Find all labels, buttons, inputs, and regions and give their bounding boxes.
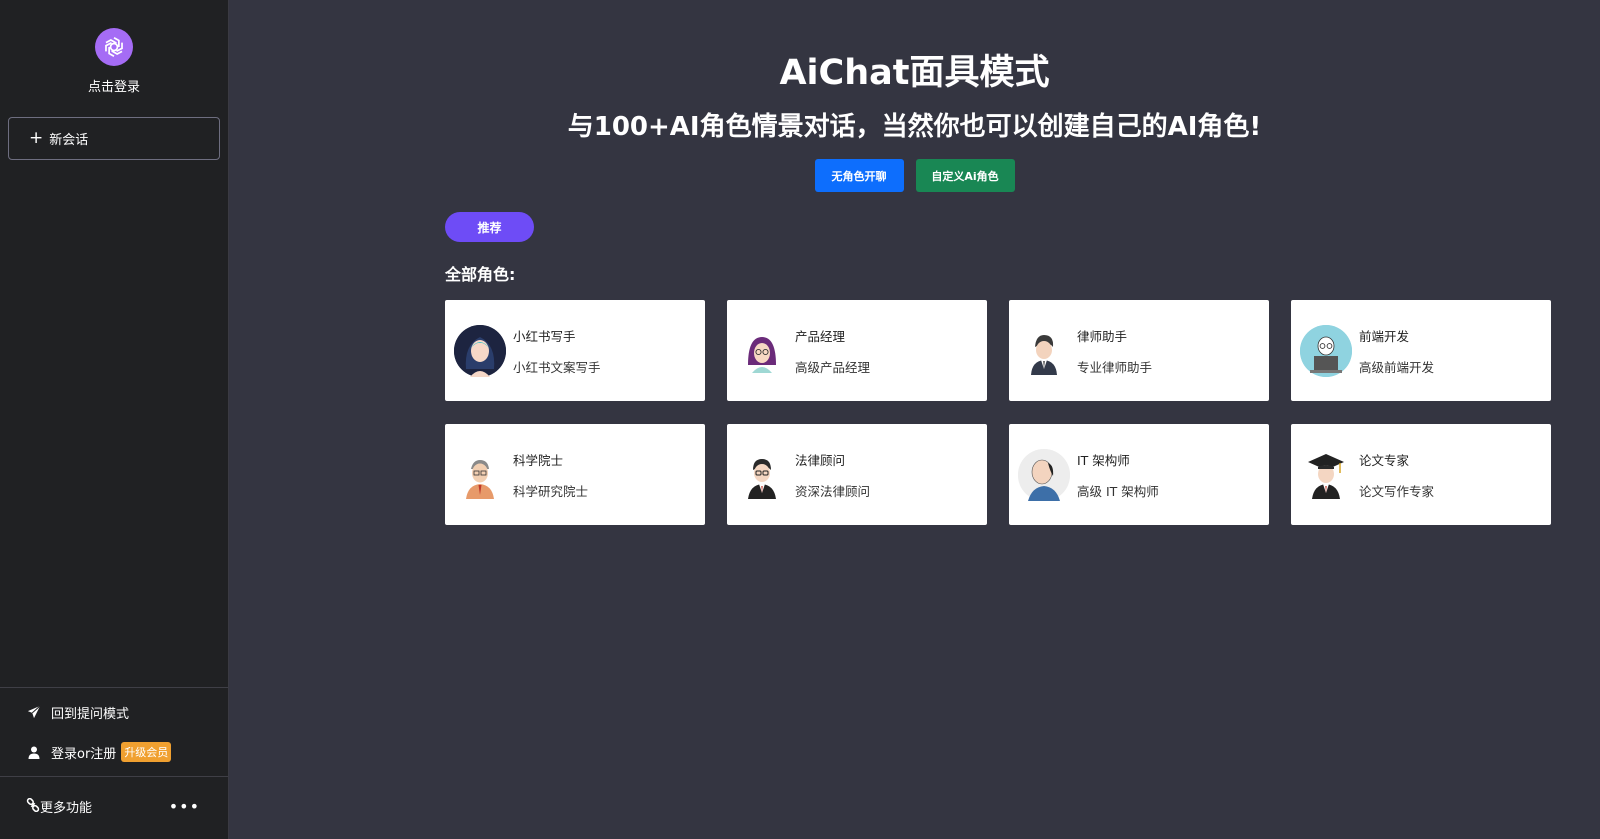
role-desc: 高级产品经理 — [795, 359, 871, 375]
avatar — [1300, 324, 1352, 377]
openai-logo-icon[interactable] — [95, 28, 133, 66]
main-content: AiChat面具模式 与100+AI角色情景对话，当然你也可以创建自己的AI角色… — [229, 0, 1600, 839]
avatar — [1018, 324, 1070, 377]
back-to-question-mode[interactable]: 回到提问模式 — [0, 692, 228, 732]
no-role-chat-button[interactable]: 无角色开聊 — [814, 159, 904, 192]
sidebar: 点击登录 + 新会话 回到提问模式 登录or注册 升级会员 更多功能 ••• — [0, 0, 229, 839]
more-options-icon[interactable]: ••• — [169, 797, 200, 816]
custom-ai-role-button[interactable]: 自定义Ai角色 — [915, 159, 1015, 192]
user-icon — [26, 744, 42, 760]
role-name: 小红书写手 — [513, 328, 576, 344]
avatar — [736, 324, 788, 377]
avatar — [454, 448, 506, 501]
login-register-item[interactable]: 登录or注册 升级会员 — [0, 732, 228, 772]
role-card[interactable]: 科学院士 科学研究院士 — [445, 424, 705, 525]
role-desc: 科学研究院士 — [513, 483, 589, 499]
role-card[interactable]: 小红书写手 小红书文案写手 — [445, 300, 705, 401]
role-card[interactable]: 律师助手 专业律师助手 — [1009, 300, 1269, 401]
more-features-label: 更多功能 — [40, 801, 93, 816]
more-features-row: 更多功能 ••• — [0, 776, 228, 836]
sidebar-header: 点击登录 — [0, 0, 228, 95]
new-chat-button[interactable]: + 新会话 — [8, 117, 220, 160]
login-link[interactable]: 点击登录 — [88, 76, 140, 95]
action-buttons: 无角色开聊 自定义Ai角色 — [229, 159, 1600, 192]
role-desc: 论文写作专家 — [1359, 483, 1435, 499]
role-desc: 高级 IT 架构师 — [1077, 483, 1159, 499]
all-roles-heading: 全部角色: — [445, 265, 516, 284]
role-name: 前端开发 — [1359, 328, 1410, 344]
sidebar-bottom: 回到提问模式 登录or注册 升级会员 更多功能 ••• — [0, 687, 228, 836]
page-subtitle: 与100+AI角色情景对话，当然你也可以创建自己的AI角色! — [567, 112, 1262, 142]
role-name: IT 架构师 — [1077, 452, 1130, 468]
upgrade-member-badge[interactable]: 升级会员 — [121, 742, 172, 762]
avatar — [454, 324, 506, 377]
role-card[interactable]: 产品经理 高级产品经理 — [727, 300, 987, 401]
role-card[interactable]: 法律顾问 资深法律顾问 — [727, 424, 987, 525]
role-card[interactable]: 前端开发 高级前端开发 — [1291, 300, 1551, 401]
role-name: 科学院士 — [513, 452, 564, 468]
avatar — [1018, 448, 1070, 501]
avatar — [736, 448, 788, 501]
role-desc: 资深法律顾问 — [795, 483, 871, 499]
role-name: 律师助手 — [1077, 328, 1128, 344]
send-icon — [26, 704, 42, 720]
role-card[interactable]: 论文专家 论文写作专家 — [1291, 424, 1551, 525]
tab-recommend[interactable]: 推荐 — [445, 212, 534, 242]
role-name: 产品经理 — [795, 328, 846, 344]
role-name: 法律顾问 — [795, 452, 846, 468]
role-grid: 小红书写手 小红书文案写手 产品经理 高级产品经理 律师助手 专业律师助手 前端… — [445, 300, 1551, 525]
role-desc: 小红书文案写手 — [513, 359, 601, 375]
role-card[interactable]: IT 架构师 高级 IT 架构师 — [1009, 424, 1269, 525]
more-features-button[interactable]: 更多功能 — [26, 797, 92, 816]
plus-icon: + — [29, 128, 44, 148]
avatar — [1300, 448, 1352, 501]
role-desc: 高级前端开发 — [1359, 359, 1435, 375]
page-title: AiChat面具模式 — [779, 53, 1050, 93]
role-name: 论文专家 — [1359, 452, 1410, 468]
role-desc: 专业律师助手 — [1077, 359, 1153, 375]
login-register-label: 登录or注册 — [51, 746, 117, 762]
back-to-question-mode-label: 回到提问模式 — [51, 706, 130, 722]
link-icon — [26, 797, 40, 816]
new-chat-label: 新会话 — [49, 133, 89, 148]
